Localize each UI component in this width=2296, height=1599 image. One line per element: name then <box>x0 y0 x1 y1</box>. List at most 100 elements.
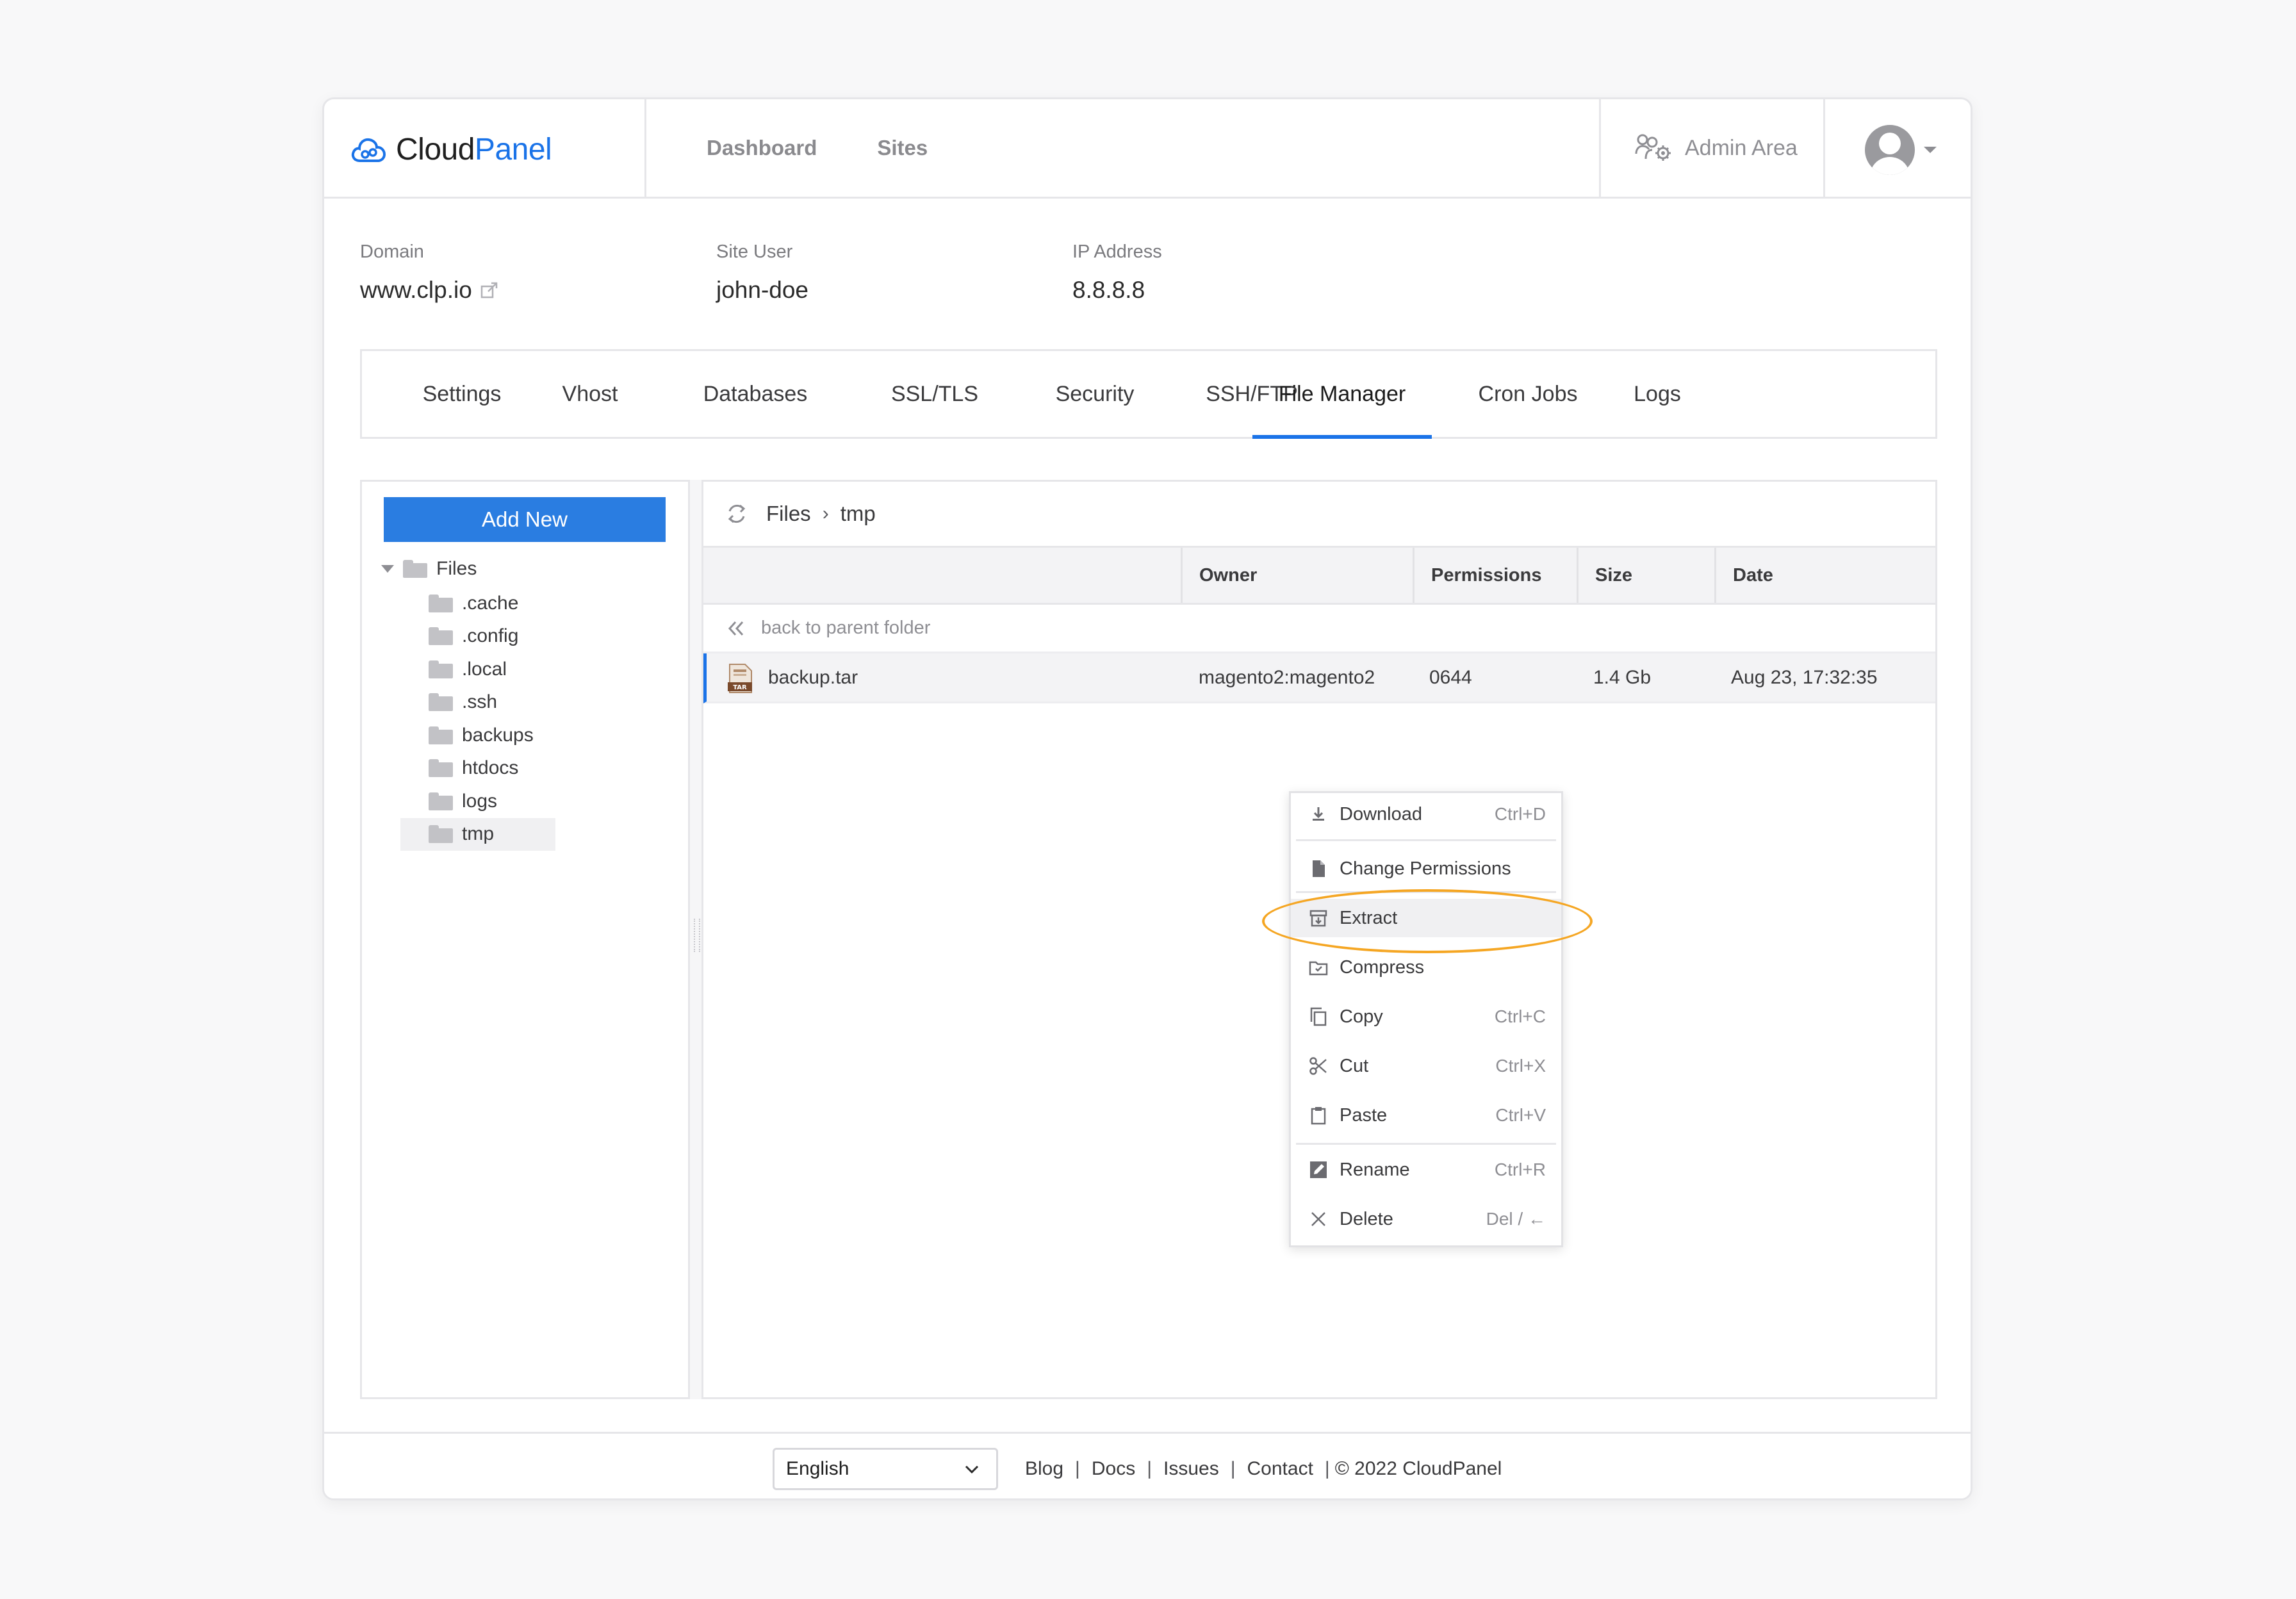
footer-link-docs[interactable]: Docs <box>1092 1458 1135 1480</box>
file-date: Aug 23, 17:32:35 <box>1731 667 1878 688</box>
table-row[interactable]: TAR backup.tar magento2:magento2 0644 1.… <box>703 653 1935 703</box>
external-link-icon[interactable] <box>480 281 499 300</box>
app-window: CloudPanel Dashboard Sites Admin Area Do… <box>322 97 1972 1500</box>
file-owner: magento2:magento2 <box>1199 667 1375 688</box>
footer-link-issues[interactable]: Issues <box>1163 1458 1219 1480</box>
caret-down-icon <box>1924 147 1937 153</box>
menu-item-label: Compress <box>1340 956 1425 978</box>
tab-cron-jobs[interactable]: Cron Jobs <box>1464 351 1592 437</box>
header-divider <box>644 99 646 197</box>
domain-info: Domain www.clp.io <box>360 242 499 304</box>
folder-icon <box>403 560 427 578</box>
caret-down-icon[interactable] <box>381 565 394 573</box>
site-user-info: Site User john-doe <box>716 242 808 304</box>
breadcrumb-tmp: tmp <box>840 502 876 525</box>
menu-item-label: Cut <box>1340 1055 1369 1076</box>
menu-item-rename[interactable]: Rename Ctrl+R <box>1291 1151 1561 1189</box>
language-select[interactable]: English <box>773 1448 998 1490</box>
domain-text[interactable]: www.clp.io <box>360 277 472 304</box>
footer-link-contact[interactable]: Contact <box>1247 1458 1313 1480</box>
file-permissions: 0644 <box>1429 667 1472 688</box>
column-size[interactable]: Size <box>1577 548 1714 603</box>
tab-security[interactable]: Security <box>1046 351 1144 437</box>
document-icon <box>1308 858 1329 880</box>
tab-ssl-tls[interactable]: SSL/TLS <box>883 351 986 437</box>
menu-item-label: Change Permissions <box>1340 858 1511 879</box>
tar-file-icon: TAR <box>728 664 752 693</box>
folder-icon <box>429 825 453 844</box>
column-permissions[interactable]: Permissions <box>1413 548 1577 603</box>
folder-compress-icon <box>1308 956 1329 978</box>
folder-icon <box>429 792 453 810</box>
breadcrumb: Files › tmp <box>703 482 1935 546</box>
header-divider <box>1599 99 1601 197</box>
file-table-header: Owner Permissions Size Date <box>703 546 1935 605</box>
logo-text-panel: Panel <box>474 132 552 167</box>
tree-item-backups[interactable]: backups <box>400 719 555 752</box>
tree-item-label: htdocs <box>462 757 519 779</box>
breadcrumb-files[interactable]: Files <box>766 502 811 526</box>
ip-value: 8.8.8.8 <box>1072 277 1145 303</box>
tab-logs[interactable]: Logs <box>1625 351 1689 437</box>
chevron-down-icon <box>965 1465 979 1474</box>
menu-item-delete[interactable]: Delete Del / ← <box>1291 1200 1561 1238</box>
back-to-parent-row[interactable]: back to parent folder <box>703 605 1935 653</box>
header-divider <box>1823 99 1825 197</box>
menu-divider <box>1296 839 1556 841</box>
logo[interactable]: CloudPanel <box>350 129 552 170</box>
refresh-icon[interactable] <box>724 501 750 527</box>
footer-link-blog[interactable]: Blog <box>1025 1458 1063 1480</box>
menu-divider <box>1296 891 1556 893</box>
tree-item-label: tmp <box>462 823 495 845</box>
menu-item-extract[interactable]: Extract <box>1291 899 1561 937</box>
menu-shortcut: Ctrl+C <box>1494 1006 1546 1026</box>
rename-icon <box>1308 1159 1329 1181</box>
menu-item-change-permissions[interactable]: Change Permissions <box>1291 849 1561 888</box>
add-new-button[interactable]: Add New <box>384 497 666 542</box>
footer-links: Blog | Docs | Issues | Contact | © 2022 … <box>1025 1448 1502 1490</box>
site-tabs: Settings Vhost Databases SSL/TLS Securit… <box>360 349 1937 439</box>
tree-root-files[interactable]: Files <box>381 555 477 583</box>
column-date[interactable]: Date <box>1714 548 1937 603</box>
close-icon <box>1308 1208 1329 1230</box>
tab-settings[interactable]: Settings <box>418 351 505 437</box>
ip-label: IP Address <box>1072 242 1162 262</box>
nav-dashboard[interactable]: Dashboard <box>707 136 817 160</box>
folder-icon <box>429 660 453 678</box>
admin-area-link[interactable]: Admin Area <box>1635 99 1798 197</box>
panel-resize-handle[interactable] <box>688 480 703 1399</box>
folder-tree-panel: Add New Files .cache .config .local .ssh… <box>360 480 688 1399</box>
menu-item-copy[interactable]: Copy Ctrl+C <box>1291 997 1561 1036</box>
tree-item-logs[interactable]: logs <box>400 785 555 818</box>
tree-item-ssh[interactable]: .ssh <box>400 686 555 719</box>
context-menu: Download Ctrl+D Change Permissions Extra… <box>1289 791 1563 1247</box>
nav-sites[interactable]: Sites <box>877 136 928 160</box>
menu-item-cut[interactable]: Cut Ctrl+X <box>1291 1047 1561 1085</box>
menu-item-compress[interactable]: Compress <box>1291 948 1561 987</box>
tab-file-manager[interactable]: File Manager <box>1252 351 1432 439</box>
tab-databases[interactable]: Databases <box>678 351 832 437</box>
tree-item-cache[interactable]: .cache <box>400 587 555 620</box>
tree-item-htdocs[interactable]: htdocs <box>400 752 555 785</box>
menu-item-download[interactable]: Download Ctrl+D <box>1291 795 1561 833</box>
back-to-parent-label: back to parent folder <box>761 618 931 638</box>
main-nav: Dashboard Sites <box>707 99 988 197</box>
menu-item-paste[interactable]: Paste Ctrl+V <box>1291 1096 1561 1135</box>
column-owner[interactable]: Owner <box>1181 548 1413 603</box>
tree-item-label: .local <box>462 658 507 680</box>
top-header: CloudPanel Dashboard Sites Admin Area <box>324 99 1971 199</box>
footer: English Blog | Docs | Issues | Contact |… <box>324 1432 1971 1498</box>
user-menu[interactable] <box>1865 125 1937 175</box>
avatar <box>1865 125 1915 175</box>
domain-value[interactable]: www.clp.io <box>360 277 499 304</box>
tree-item-label: backups <box>462 724 534 746</box>
menu-item-label: Extract <box>1340 907 1398 928</box>
tab-vhost[interactable]: Vhost <box>558 351 622 437</box>
menu-shortcut: Del / ← <box>1486 1209 1546 1229</box>
tree-item-config[interactable]: .config <box>400 620 555 653</box>
tree-item-tmp[interactable]: tmp <box>400 817 555 851</box>
tree-item-label: .config <box>462 625 519 647</box>
file-name[interactable]: backup.tar <box>768 653 858 701</box>
tree-item-local[interactable]: .local <box>400 653 555 686</box>
footer-copyright: © 2022 CloudPanel <box>1334 1458 1502 1479</box>
